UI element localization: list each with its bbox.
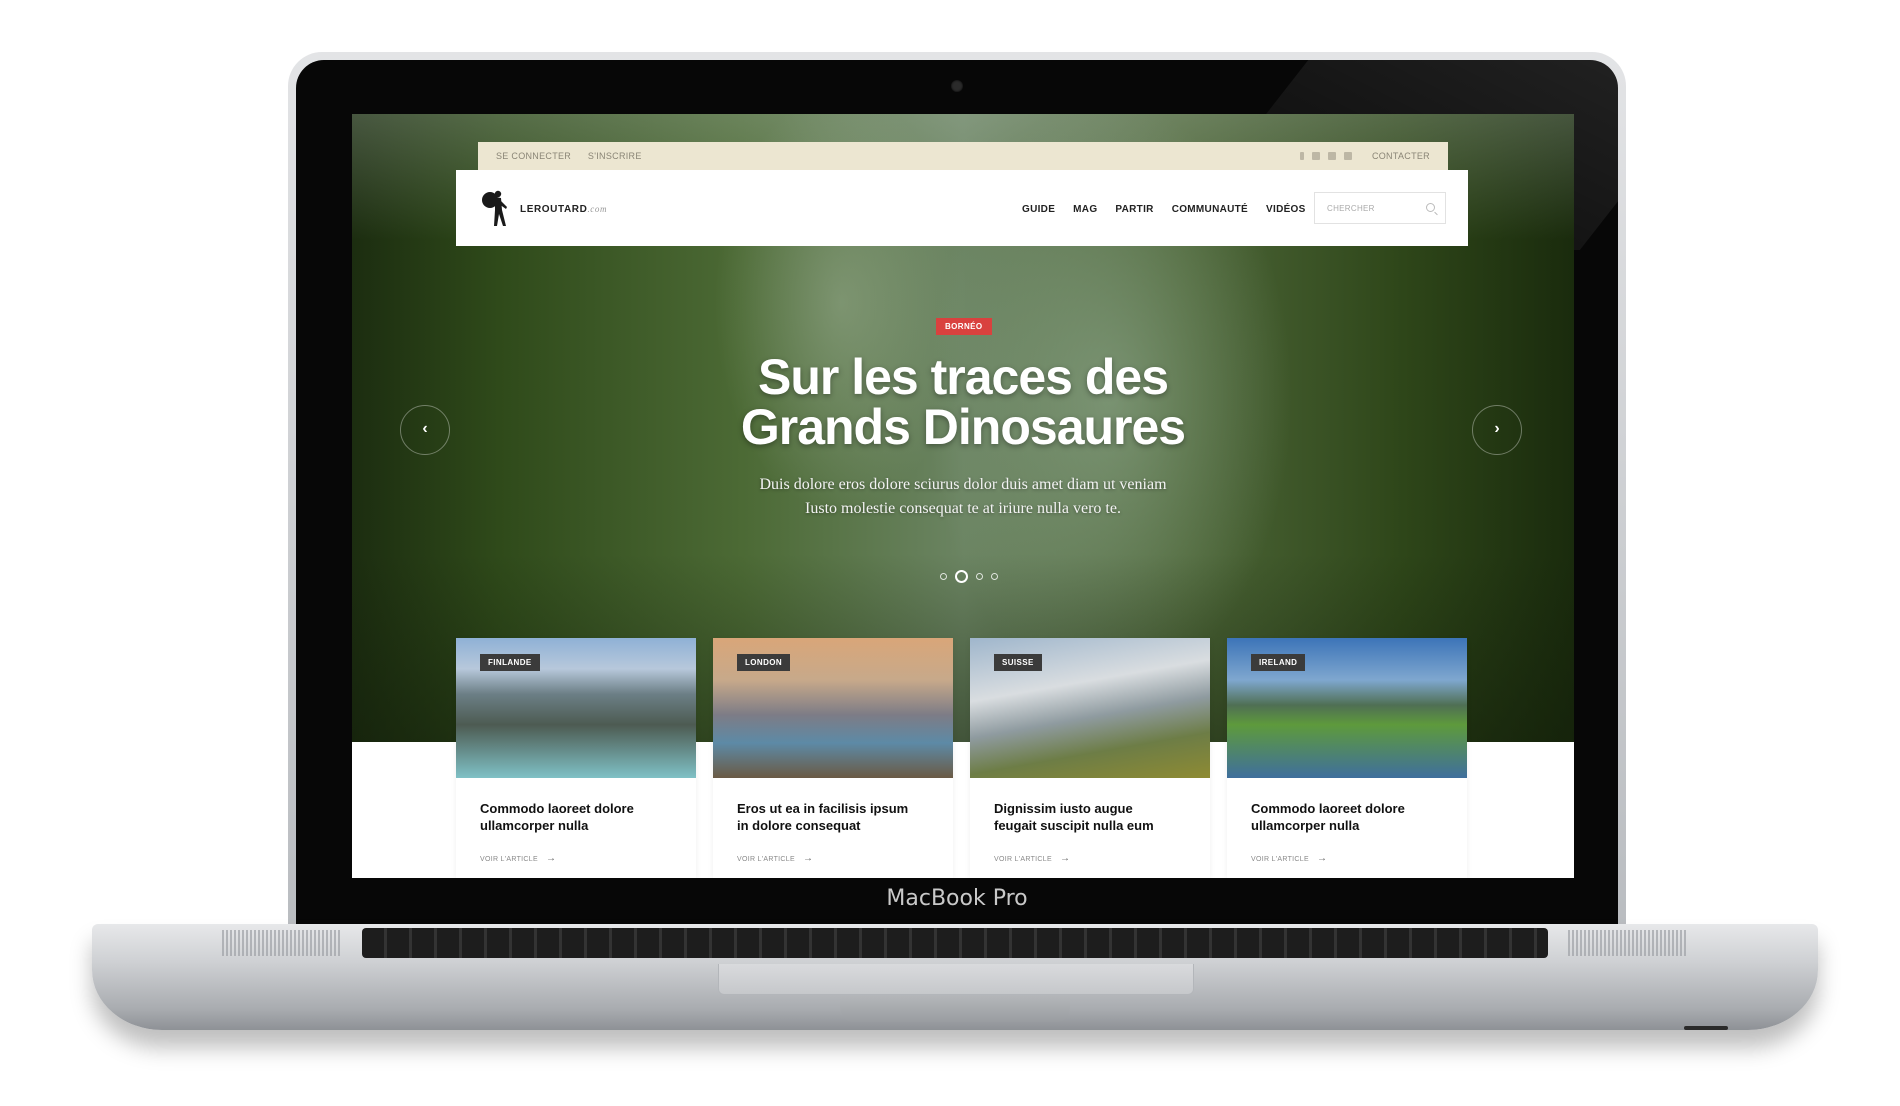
carousel-dot-2[interactable] — [955, 570, 968, 583]
read-article-link[interactable]: VOIR L'ARTICLE → — [1251, 853, 1327, 864]
card-title[interactable]: Commodo laoreet dolore ullamcorper nulla — [1251, 800, 1441, 834]
main-navbar: LEROUTARD.com GUIDE MAG PARTIR COMMUNAUT… — [456, 170, 1468, 246]
nav-partir[interactable]: PARTIR — [1115, 204, 1153, 215]
search-icon[interactable] — [1426, 203, 1435, 212]
login-link[interactable]: SE CONNECTER — [496, 151, 571, 161]
youtube-icon[interactable] — [1327, 152, 1336, 160]
article-card[interactable]: FINLANDE Commodo laoreet dolore ullamcorp… — [456, 638, 696, 878]
twitter-icon[interactable] — [1311, 152, 1320, 160]
article-cards: FINLANDE Commodo laoreet dolore ullamcorp… — [456, 638, 1467, 878]
top-utility-bar: SE CONNECTER S'INSCRIRE CONTACTER — [478, 142, 1448, 170]
card-title[interactable]: Dignissim iusto augue feugait suscipit nu… — [994, 800, 1184, 834]
arrow-right-icon: → — [545, 853, 557, 864]
article-card[interactable]: IRELAND Commodo laoreet dolore ullamcorpe… — [1227, 638, 1467, 878]
hero-subtitle-line-2: Iusto molestie consequat te at iriure nu… — [805, 500, 1121, 517]
arrow-right-icon: → — [1316, 853, 1328, 864]
carousel-dot-1[interactable] — [940, 573, 947, 580]
lid-notch — [840, 996, 1070, 1022]
card-title[interactable]: Commodo laoreet dolore ullamcorper nulla — [480, 800, 670, 834]
chevron-left-icon: ‹ — [422, 420, 428, 437]
nav-mag[interactable]: MAG — [1073, 204, 1097, 215]
keyboard — [362, 928, 1548, 958]
status-led — [1684, 1026, 1728, 1030]
read-article-link[interactable]: VOIR L'ARTICLE → — [737, 853, 813, 864]
chevron-right-icon: › — [1494, 420, 1500, 437]
speaker-grille-right — [1568, 930, 1688, 956]
card-title-line-1: Dignissim iusto augue — [994, 801, 1133, 816]
card-badge[interactable]: SUISSE — [994, 654, 1042, 671]
logo-suffix: .com — [587, 204, 608, 214]
arrow-right-icon: → — [1059, 853, 1071, 864]
hero-title-line-2: Grands Dinosaures — [740, 399, 1186, 455]
device-label: MacBook Pro — [886, 886, 1028, 911]
speaker-grille-left — [222, 930, 342, 956]
arrow-right-icon: → — [802, 853, 814, 864]
card-title-line-1: Commodo laoreet dolore — [1251, 801, 1405, 816]
card-badge[interactable]: FINLANDE — [480, 654, 540, 671]
read-article-label: VOIR L'ARTICLE — [480, 856, 538, 863]
main-menu: GUIDE MAG PARTIR COMMUNAUTÉ VIDÉOS — [1022, 204, 1324, 215]
article-card[interactable]: LONDON Eros ut ea in facilisis ipsum in d… — [713, 638, 953, 878]
carousel-next-button[interactable]: › — [1472, 405, 1522, 455]
carousel-prev-button[interactable]: ‹ — [400, 405, 450, 455]
card-title-line-2: in dolore consequat — [737, 818, 861, 833]
signup-link[interactable]: S'INSCRIRE — [588, 151, 642, 161]
nav-communaute[interactable]: COMMUNAUTÉ — [1172, 204, 1248, 215]
instagram-icon[interactable] — [1343, 152, 1352, 160]
carousel-dots — [936, 570, 1002, 583]
trackpad — [718, 964, 1194, 995]
carousel-dot-3[interactable] — [976, 573, 983, 580]
hero-subtitle-line-1: Duis dolore eros dolore sciurus dolor du… — [759, 476, 1167, 493]
hero-title: Sur les traces des Grands Dinosaures — [663, 352, 1263, 452]
hero-category-tag[interactable]: BORNÉO — [936, 318, 992, 335]
hero-subtitle: Duis dolore eros dolore sciurus dolor du… — [683, 473, 1243, 521]
read-article-link[interactable]: VOIR L'ARTICLE → — [994, 853, 1070, 864]
card-title-line-2: ullamcorper nulla — [1251, 818, 1360, 833]
card-badge[interactable]: IRELAND — [1251, 654, 1306, 671]
card-title-line-1: Commodo laoreet dolore — [480, 801, 634, 816]
card-title-line-1: Eros ut ea in facilisis ipsum — [737, 801, 909, 816]
search-box — [1314, 192, 1446, 224]
nav-guide[interactable]: GUIDE — [1022, 204, 1055, 215]
carousel-dot-4[interactable] — [991, 573, 998, 580]
read-article-label: VOIR L'ARTICLE — [737, 856, 795, 863]
card-title-line-2: feugait suscipit nulla eum — [994, 818, 1154, 833]
card-title[interactable]: Eros ut ea in facilisis ipsum in dolore c… — [737, 800, 927, 834]
facebook-icon[interactable] — [1299, 152, 1304, 160]
backpacker-logo-icon[interactable] — [476, 188, 512, 228]
read-article-link[interactable]: VOIR L'ARTICLE → — [480, 853, 556, 864]
read-article-label: VOIR L'ARTICLE — [1251, 856, 1309, 863]
logo-name: LEROUTARD — [520, 204, 588, 215]
nav-videos[interactable]: VIDÉOS — [1266, 204, 1306, 215]
contact-link[interactable]: CONTACTER — [1372, 151, 1430, 161]
search-input[interactable] — [1315, 193, 1427, 223]
read-article-label: VOIR L'ARTICLE — [994, 856, 1052, 863]
laptop-base — [92, 924, 1818, 1030]
site-logo[interactable]: LEROUTARD.com — [520, 204, 607, 215]
card-title-line-2: ullamcorper nulla — [480, 818, 589, 833]
card-badge[interactable]: LONDON — [737, 654, 791, 671]
article-card[interactable]: SUISSE Dignissim iusto augue feugait susc… — [970, 638, 1210, 878]
camera-icon — [951, 80, 963, 92]
hero-title-line-1: Sur les traces des — [757, 349, 1169, 405]
website-screen: SE CONNECTER S'INSCRIRE CONTACTER LEROUT… — [352, 114, 1574, 878]
